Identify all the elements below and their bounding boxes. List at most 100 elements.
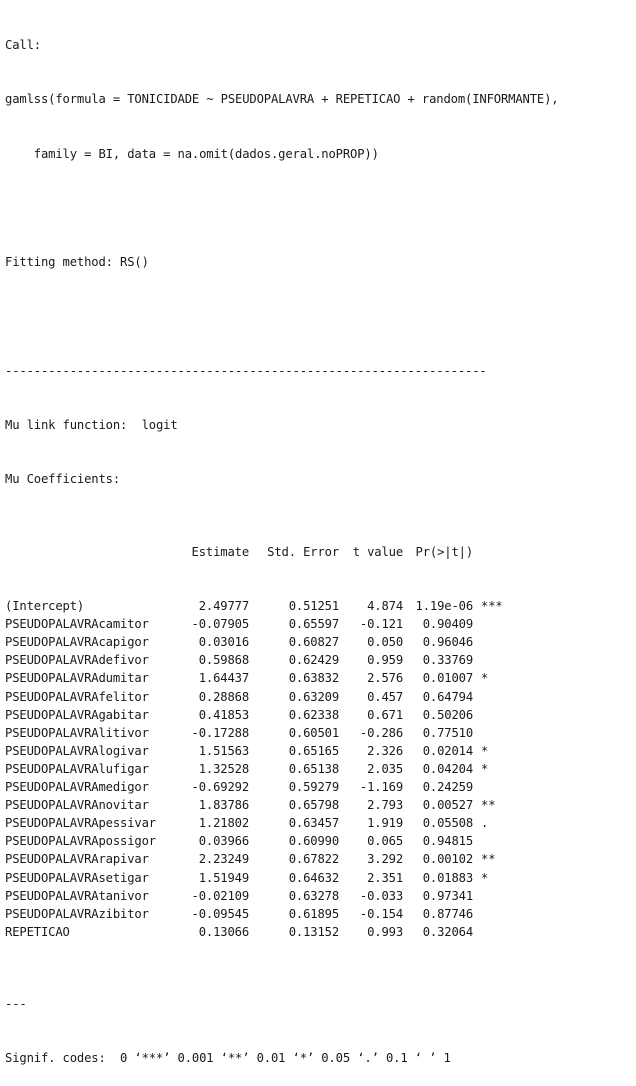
coef-signif [473, 832, 521, 850]
coef-table-row: PSEUDOPALAVRArapivar 2.23249 0.67822 3.292 0… [5, 850, 558, 868]
coef-name: PSEUDOPALAVRAsetigar [5, 870, 149, 885]
coef-std-error: 0.59279 [288, 780, 339, 795]
coef-estimate: 1.51949 [198, 870, 249, 885]
coef-table-row: PSEUDOPALAVRApossigor 0.03966 0.60990 0.065… [5, 832, 558, 850]
header-name [5, 543, 183, 561]
coef-std-error: 0.63832 [288, 671, 339, 686]
coef-t-value: 2.035 [367, 761, 403, 776]
coef-p-value: 0.77510 [422, 725, 473, 740]
coef-table-row: PSEUDOPALAVRAlufigar 1.32528 0.65138 2.035 0… [5, 760, 558, 778]
coef-std-error: 0.60990 [288, 834, 339, 849]
header-p-value: Pr(>|t|) [415, 544, 474, 559]
coef-table-row: PSEUDOPALAVRAnovitar 1.83786 0.65798 2.793 0… [5, 796, 558, 814]
coef-p-value: 0.33769 [422, 653, 473, 668]
r-console-output: Call: gamlss(formula = TONICIDADE ~ PSEU… [5, 0, 559, 1086]
coef-estimate: 1.64437 [198, 671, 249, 686]
coef-name: PSEUDOPALAVRAlitivor [5, 725, 149, 740]
coef-p-value: 0.64794 [422, 689, 473, 704]
coef-p-value: 0.87746 [422, 906, 473, 921]
coef-t-value: 0.457 [367, 689, 403, 704]
header-t-value: t value [352, 544, 403, 559]
coef-t-value: 0.050 [367, 635, 403, 650]
coef-estimate: -0.17288 [191, 725, 250, 740]
coef-std-error: 0.63209 [288, 689, 339, 704]
coef-table-row: PSEUDOPALAVRAcamitor -0.07905 0.65597 -0.12… [5, 615, 558, 633]
coef-table-row: (Intercept) 2.49777 0.51251 4.874 1.19e-06 **… [5, 597, 558, 615]
coef-signif [473, 905, 521, 923]
coef-std-error: 0.65165 [288, 743, 339, 758]
coef-p-value: 0.00102 [422, 852, 473, 867]
header-estimate: Estimate [191, 544, 250, 559]
coef-estimate: 0.13066 [198, 924, 249, 939]
coef-signif: . [481, 816, 489, 831]
coef-table-row: PSEUDOPALAVRAgabitar 0.41853 0.62338 0.671 0… [5, 706, 558, 724]
coef-estimate: 0.59868 [198, 653, 249, 668]
coef-estimate: 2.23249 [198, 852, 249, 867]
coef-estimate: -0.69292 [191, 780, 250, 795]
coef-std-error: 0.61895 [288, 906, 339, 921]
coef-estimate: 1.32528 [198, 761, 249, 776]
coef-p-value: 0.24259 [422, 780, 473, 795]
call-line-1: gamlss(formula = TONICIDADE ~ PSEUDOPALA… [5, 92, 559, 107]
footer-separator: --- [5, 997, 27, 1012]
signif-codes: Signif. codes: 0 ‘***’ 0.001 ‘**’ 0.01 ‘… [5, 1051, 451, 1066]
coef-std-error: 0.63457 [288, 816, 339, 831]
coef-signif: *** [481, 599, 503, 614]
coef-t-value: 3.292 [367, 852, 403, 867]
coef-signif: * [481, 761, 489, 776]
coef-signif [473, 633, 521, 651]
mu-link-function: Mu link function: logit [5, 418, 178, 433]
coef-estimate: 0.28868 [198, 689, 249, 704]
coef-table-row: PSEUDOPALAVRAdumitar 1.64437 0.63832 2.576 0… [5, 669, 558, 687]
coef-p-value: 0.32064 [422, 924, 473, 939]
coef-signif [473, 887, 521, 905]
coef-std-error: 0.62338 [288, 707, 339, 722]
coef-t-value: 4.874 [367, 599, 403, 614]
coef-signif [473, 724, 521, 742]
coef-p-value: 0.50206 [422, 707, 473, 722]
coef-table-row: PSEUDOPALAVRAlogivar 1.51563 0.65165 2.326 0… [5, 742, 558, 760]
coef-t-value: 2.326 [367, 743, 403, 758]
call-line-2: family = BI, data = na.omit(dados.geral.… [5, 146, 379, 161]
coef-signif: * [481, 671, 489, 686]
coef-p-value: 0.90409 [422, 617, 473, 632]
coef-std-error: 0.13152 [288, 924, 339, 939]
coef-signif [473, 615, 521, 633]
coef-table-row: PSEUDOPALAVRAtanivor -0.02109 0.63278 -0.03… [5, 887, 558, 905]
coef-t-value: -0.286 [359, 725, 403, 740]
coef-std-error: 0.51251 [288, 599, 339, 614]
coef-std-error: 0.63278 [288, 888, 339, 903]
coef-signif [473, 651, 521, 669]
coef-p-value: 0.04204 [422, 761, 473, 776]
mu-coefficients-label: Mu Coefficients: [5, 472, 120, 487]
coef-name: REPETICAO [5, 924, 70, 939]
coef-p-value: 0.00527 [422, 798, 473, 813]
coef-signif: ** [481, 852, 496, 867]
coef-name: PSEUDOPALAVRAcamitor [5, 617, 149, 632]
coef-name: PSEUDOPALAVRAzibitor [5, 906, 149, 921]
coef-estimate: 0.03016 [198, 635, 249, 650]
header-std-error: Std. Error [267, 544, 339, 559]
coef-table-row: PSEUDOPALAVRAdefivor 0.59868 0.62429 0.959 0… [5, 651, 558, 669]
call-label: Call: [5, 38, 41, 53]
coef-estimate: 1.51563 [198, 743, 249, 758]
coef-t-value: -1.169 [359, 780, 403, 795]
coef-table-row: PSEUDOPALAVRAfelitor 0.28868 0.63209 0.457 0… [5, 688, 558, 706]
coef-p-value: 0.97341 [422, 888, 473, 903]
coef-p-value: 1.19e-06 [415, 599, 474, 614]
coef-std-error: 0.60501 [288, 725, 339, 740]
separator-line: ----------------------------------------… [5, 363, 487, 378]
coef-name: PSEUDOPALAVRAdumitar [5, 671, 149, 686]
coef-signif: ** [481, 798, 496, 813]
coef-estimate: -0.07905 [191, 617, 250, 632]
coef-t-value: 1.919 [367, 816, 403, 831]
coef-table-row: REPETICAO 0.13066 0.13152 0.993 0.32064 [5, 923, 558, 941]
coef-std-error: 0.65138 [288, 761, 339, 776]
coef-name: PSEUDOPALAVRAgabitar [5, 707, 149, 722]
coef-name: PSEUDOPALAVRAdefivor [5, 653, 149, 668]
coef-name: PSEUDOPALAVRAtanivor [5, 888, 149, 903]
coef-std-error: 0.65798 [288, 798, 339, 813]
coef-estimate: 2.49777 [198, 599, 249, 614]
coef-p-value: 0.94815 [422, 834, 473, 849]
coef-name: PSEUDOPALAVRAlufigar [5, 761, 149, 776]
